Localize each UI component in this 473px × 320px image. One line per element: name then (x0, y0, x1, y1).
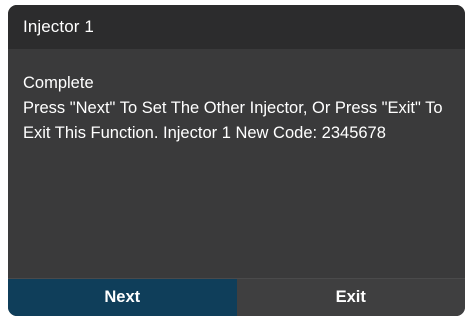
injector-dialog: Injector 1 Complete Press "Next" To Set … (8, 5, 465, 316)
dialog-button-bar: Next Exit (8, 278, 465, 316)
exit-button[interactable]: Exit (236, 279, 465, 316)
next-button[interactable]: Next (8, 279, 237, 316)
dialog-titlebar: Injector 1 (8, 5, 465, 49)
instruction-text: Press "Next" To Set The Other Injector, … (23, 99, 443, 142)
status-text: Complete (23, 74, 94, 92)
dialog-message: Complete Press "Next" To Set The Other I… (8, 49, 465, 278)
dialog-title: Injector 1 (23, 17, 94, 36)
